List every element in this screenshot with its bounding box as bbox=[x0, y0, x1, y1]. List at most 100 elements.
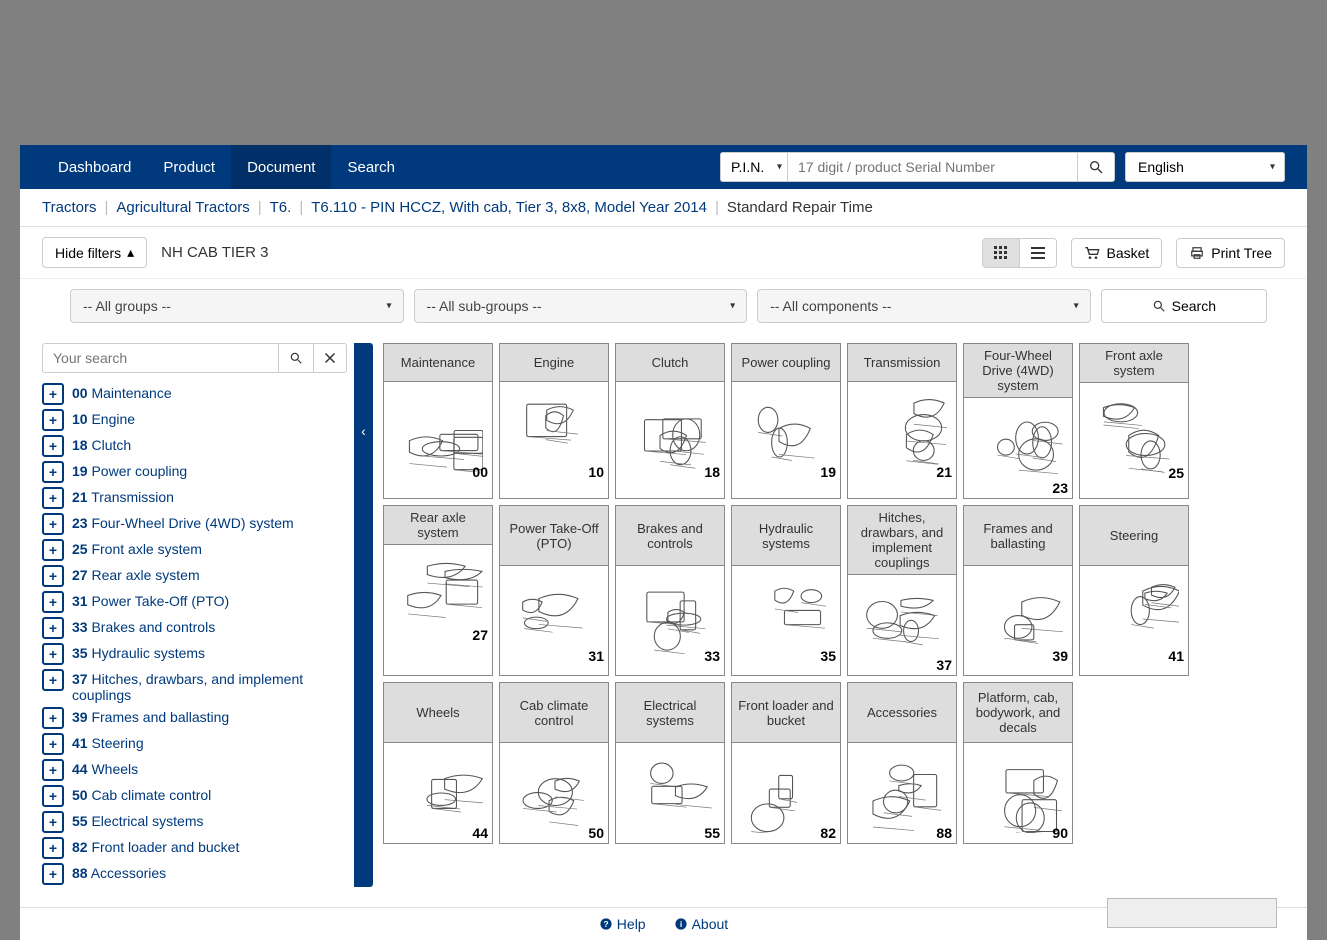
hide-filters-button[interactable]: Hide filters ▴ bbox=[42, 237, 147, 268]
category-card[interactable]: Brakes and controls33 bbox=[615, 505, 725, 676]
tree-item[interactable]: +55 Electrical systems bbox=[42, 809, 347, 835]
tree-item[interactable]: +82 Front loader and bucket bbox=[42, 835, 347, 861]
sidebar-search-button[interactable] bbox=[279, 343, 314, 373]
category-card[interactable]: Transmission21 bbox=[847, 343, 957, 499]
category-card[interactable]: Wheels44 bbox=[383, 682, 493, 844]
category-card[interactable]: Maintenance00 bbox=[383, 343, 493, 499]
nav-item-dashboard[interactable]: Dashboard bbox=[42, 145, 147, 189]
components-select[interactable]: -- All components -- bbox=[757, 289, 1091, 323]
grid-view-button[interactable] bbox=[983, 239, 1020, 267]
tree-item[interactable]: +50 Cab climate control bbox=[42, 783, 347, 809]
category-card[interactable]: Clutch18 bbox=[615, 343, 725, 499]
tree-item[interactable]: +19 Power coupling bbox=[42, 459, 347, 485]
about-link[interactable]: i About bbox=[674, 916, 729, 932]
category-card[interactable]: Accessories88 bbox=[847, 682, 957, 844]
tree-item[interactable]: +18 Clutch bbox=[42, 433, 347, 459]
print-tree-button[interactable]: Print Tree bbox=[1176, 238, 1285, 268]
tree-item[interactable]: +21 Transmission bbox=[42, 485, 347, 511]
list-view-button[interactable] bbox=[1020, 239, 1056, 267]
card-number: 37 bbox=[936, 657, 952, 673]
expand-icon[interactable]: + bbox=[42, 863, 64, 885]
category-card[interactable]: Hydraulic systems35 bbox=[731, 505, 841, 676]
card-image: 88 bbox=[848, 743, 956, 843]
category-card[interactable]: Engine10 bbox=[499, 343, 609, 499]
expand-icon[interactable]: + bbox=[42, 811, 64, 833]
pin-input[interactable] bbox=[788, 152, 1078, 182]
category-card[interactable]: Power coupling19 bbox=[731, 343, 841, 499]
category-card[interactable]: Platform, cab, bodywork, and decals90 bbox=[963, 682, 1073, 844]
expand-icon[interactable]: + bbox=[42, 383, 64, 405]
expand-icon[interactable]: + bbox=[42, 461, 64, 483]
expand-icon[interactable]: + bbox=[42, 785, 64, 807]
expand-icon[interactable]: + bbox=[42, 707, 64, 729]
card-number: 25 bbox=[1168, 465, 1184, 481]
nav-item-product[interactable]: Product bbox=[147, 145, 231, 189]
tree-item[interactable]: +88 Accessories bbox=[42, 861, 347, 887]
card-title: Engine bbox=[500, 344, 608, 382]
expand-icon[interactable]: + bbox=[42, 733, 64, 755]
help-link[interactable]: ? Help bbox=[599, 916, 646, 932]
diagram-thumbnail bbox=[857, 753, 947, 833]
basket-button[interactable]: Basket bbox=[1071, 238, 1162, 268]
breadcrumb-link[interactable]: T6.110 - PIN HCCZ, With cab, Tier 3, 8x8… bbox=[311, 199, 707, 216]
expand-icon[interactable]: + bbox=[42, 591, 64, 613]
expand-icon[interactable]: + bbox=[42, 669, 64, 691]
groups-select[interactable]: -- All groups -- bbox=[70, 289, 404, 323]
tree-item[interactable]: +44 Wheels bbox=[42, 757, 347, 783]
sidebar-search-input[interactable] bbox=[42, 343, 279, 373]
category-card[interactable]: Steering41 bbox=[1079, 505, 1189, 676]
tree-item[interactable]: +37 Hitches, drawbars, and implement cou… bbox=[42, 667, 347, 705]
breadcrumb-link[interactable]: Tractors bbox=[42, 199, 96, 216]
category-card[interactable]: Frames and ballasting39 bbox=[963, 505, 1073, 676]
tree-code: 39 bbox=[72, 709, 88, 725]
category-card[interactable]: Rear axle system27 bbox=[383, 505, 493, 676]
footer-widget[interactable] bbox=[1107, 898, 1277, 928]
expand-icon[interactable]: + bbox=[42, 565, 64, 587]
nav-item-search[interactable]: Search bbox=[331, 145, 411, 189]
nav-item-document[interactable]: Document bbox=[231, 145, 331, 189]
breadcrumb-link[interactable]: Agricultural Tractors bbox=[116, 199, 249, 216]
category-card[interactable]: Cab climate control50 bbox=[499, 682, 609, 844]
category-card[interactable]: Power Take-Off (PTO)31 bbox=[499, 505, 609, 676]
expand-icon[interactable]: + bbox=[42, 435, 64, 457]
expand-icon[interactable]: + bbox=[42, 487, 64, 509]
card-number: 23 bbox=[1052, 480, 1068, 496]
expand-icon[interactable]: + bbox=[42, 409, 64, 431]
card-number: 82 bbox=[820, 825, 836, 841]
tree-item[interactable]: +25 Front axle system bbox=[42, 537, 347, 563]
tree-item[interactable]: +10 Engine bbox=[42, 407, 347, 433]
language-select[interactable]: English bbox=[1125, 152, 1285, 182]
expand-icon[interactable]: + bbox=[42, 759, 64, 781]
breadcrumb-separator: | bbox=[258, 199, 262, 216]
card-image: 37 bbox=[848, 575, 956, 675]
card-image: 27 bbox=[384, 545, 492, 645]
category-card[interactable]: Front loader and bucket82 bbox=[731, 682, 841, 844]
expand-icon[interactable]: + bbox=[42, 643, 64, 665]
category-card[interactable]: Front axle system25 bbox=[1079, 343, 1189, 499]
tree-item[interactable]: +41 Steering bbox=[42, 731, 347, 757]
tree-label: Frames and ballasting bbox=[91, 709, 229, 725]
search-button[interactable]: Search bbox=[1101, 289, 1267, 323]
expand-icon[interactable]: + bbox=[42, 539, 64, 561]
tree-item[interactable]: +23 Four-Wheel Drive (4WD) system bbox=[42, 511, 347, 537]
tree-item[interactable]: +31 Power Take-Off (PTO) bbox=[42, 589, 347, 615]
pin-type-select[interactable]: P.I.N. bbox=[720, 152, 788, 182]
expand-icon[interactable]: + bbox=[42, 837, 64, 859]
subgroups-select[interactable]: -- All sub-groups -- bbox=[414, 289, 748, 323]
tree-item[interactable]: +33 Brakes and controls bbox=[42, 615, 347, 641]
tree-item[interactable]: +27 Rear axle system bbox=[42, 563, 347, 589]
sidebar-clear-button[interactable] bbox=[314, 343, 347, 373]
category-card[interactable]: Hitches, drawbars, and implement couplin… bbox=[847, 505, 957, 676]
expand-icon[interactable]: + bbox=[42, 617, 64, 639]
category-card[interactable]: Four-Wheel Drive (4WD) system23 bbox=[963, 343, 1073, 499]
card-title: Brakes and controls bbox=[616, 506, 724, 566]
sidebar-collapse-handle[interactable]: ‹ bbox=[354, 343, 373, 887]
category-card[interactable]: Electrical systems55 bbox=[615, 682, 725, 844]
tree-code: 88 bbox=[72, 865, 88, 881]
expand-icon[interactable]: + bbox=[42, 513, 64, 535]
tree-item[interactable]: +00 Maintenance bbox=[42, 381, 347, 407]
pin-search-button[interactable] bbox=[1078, 152, 1115, 182]
breadcrumb-link[interactable]: T6. bbox=[270, 199, 292, 216]
tree-item[interactable]: +35 Hydraulic systems bbox=[42, 641, 347, 667]
tree-item[interactable]: +39 Frames and ballasting bbox=[42, 705, 347, 731]
